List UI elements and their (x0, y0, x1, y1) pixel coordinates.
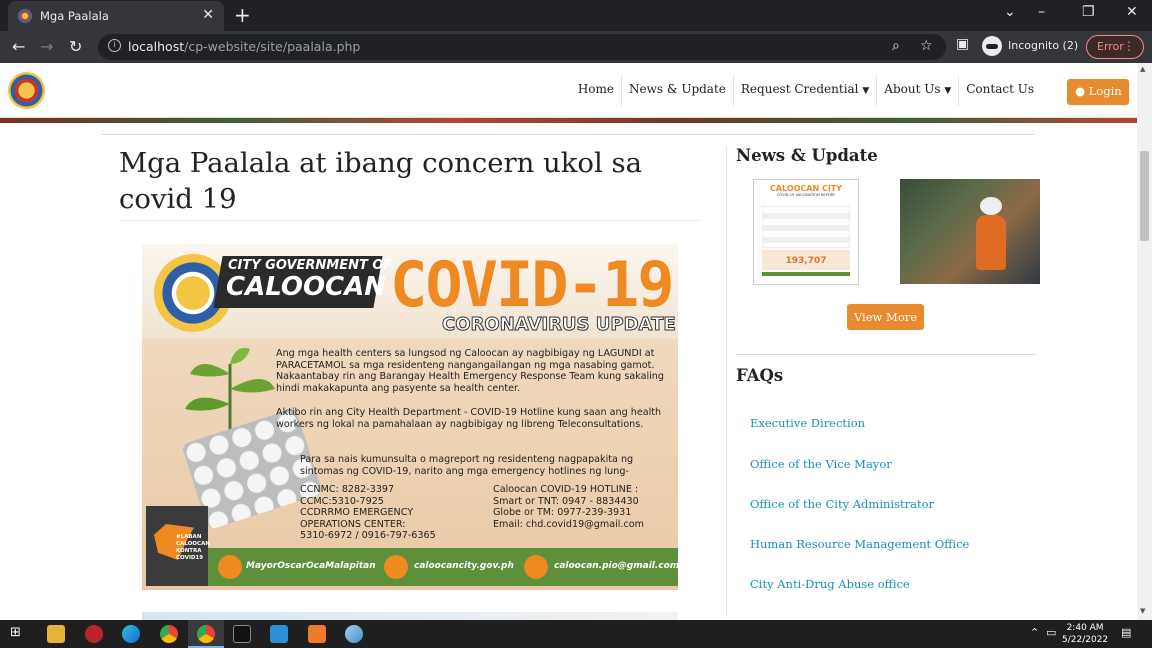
edge-icon[interactable] (122, 625, 140, 643)
main-menu: Home News & Update Request Credential ▼ … (571, 76, 1041, 106)
menu-contact-us[interactable]: Contact Us (959, 76, 1041, 106)
poster-footer: MayorOscarOcaMalapitan caloocancity.gov.… (208, 548, 678, 586)
forward-icon[interactable]: → (40, 37, 53, 56)
news-update-heading: News & Update (736, 146, 878, 165)
faq-link-vice-mayor[interactable]: Office of the Vice Mayor (750, 457, 892, 471)
divider (736, 354, 1036, 355)
xampp-icon[interactable] (308, 625, 326, 643)
site-navbar: Home News & Update Request Credential ▼ … (0, 63, 1137, 118)
browser-toolbar: ← → ↻ i localhost/cp-website/site/paalal… (0, 31, 1152, 63)
thumb-table (762, 206, 850, 248)
terminal-icon[interactable] (233, 625, 251, 643)
globe-icon (384, 555, 408, 579)
page-title: Mga Paalala at ibang concern ukol sa cov… (119, 147, 643, 215)
poster-website-text: caloocancity.gov.ph (414, 561, 514, 571)
menu-about-us[interactable]: About Us ▼ (877, 76, 960, 106)
minimize-icon[interactable]: – (1038, 4, 1045, 20)
scroll-down-icon[interactable]: ▼ (1140, 607, 1145, 615)
faq-link-city-administrator[interactable]: Office of the City Administrator (750, 497, 934, 511)
poster-paragraph-1: Ang mga health centers sa lungsod ng Cal… (276, 348, 664, 394)
url-text[interactable]: localhost/cp-website/site/paalala.php (128, 39, 360, 54)
page-scrollbar[interactable]: ▲ ▼ (1137, 63, 1152, 620)
faq-link-anti-drug[interactable]: City Anti-Drug Abuse office (750, 577, 910, 591)
faqs-heading: FAQs (736, 366, 784, 385)
faq-link-executive-direction[interactable]: Executive Direction (750, 416, 865, 430)
windows-taskbar: ⊞ ⌃ ▭ 2:40 AM 5/22/2022 ▤ (0, 620, 1152, 648)
scroll-up-icon[interactable]: ▲ (1140, 65, 1145, 73)
login-button[interactable]: ● Login (1067, 79, 1129, 105)
back-icon[interactable]: ← (12, 37, 25, 56)
side-panel-icon[interactable]: ▣ (956, 36, 969, 52)
app-red-icon[interactable] (85, 625, 103, 643)
poster-right-contacts: Caloocan COVID-19 HOTLINE : Smart or TNT… (493, 484, 644, 530)
faq-link-human-resource[interactable]: Human Resource Management Office (750, 537, 969, 551)
photo-person (976, 215, 1006, 270)
caloocan-map-image: #LABAN CALOOCAN KONTRA COVID19 (146, 506, 210, 586)
poster-left-contacts: CCNMC: 8282-3397 CCMC:5310-7925 CCDRRMO … (300, 484, 436, 541)
thumb-city: CALOOCAN CITY (769, 184, 843, 193)
chrome-incognito-icon (197, 625, 215, 643)
photo-person-head (980, 197, 1002, 215)
clock[interactable]: 2:40 AM 5/22/2022 (1062, 622, 1108, 646)
poster-facebook-text: MayorOscarOcaMalapitan (246, 561, 376, 571)
site-favicon-icon (18, 9, 32, 23)
map-label: #LABAN CALOOCAN KONTRA COVID19 (176, 534, 210, 561)
covid-update-poster: CITY GOVERNMENT OF CALOOCAN COVID-19 COR… (142, 244, 678, 590)
thumb-bar (762, 272, 850, 276)
windows-start-icon[interactable]: ⊞ (10, 625, 21, 640)
notifications-icon[interactable]: ▤ (1121, 626, 1131, 639)
incognito-icon (982, 36, 1002, 56)
bookmark-star-icon[interactable]: ☆ (920, 38, 933, 54)
file-explorer-icon[interactable] (47, 625, 65, 643)
sidebar-divider (726, 146, 727, 616)
poster-paragraph-2: Aktibo rin ang City Health Department - … (276, 407, 662, 430)
caret-down-icon: ▼ (862, 86, 870, 96)
vaccination-report-thumbnail[interactable]: CALOOCAN CITY COVID-19 VACCINATION REPOR… (753, 179, 859, 285)
new-tab-icon[interactable]: + (234, 3, 251, 27)
tray-chevron-icon[interactable]: ⌃ (1030, 626, 1039, 639)
facebook-icon (218, 555, 242, 579)
incognito-indicator[interactable]: Incognito (2) (982, 36, 1078, 56)
poster-email-text: caloocan.pio@gmail.com (554, 561, 678, 571)
tab-title: Mga Paalala (40, 9, 109, 23)
poster-update-title: CORONAVIRUS UPDATE (442, 314, 677, 336)
vscode-icon[interactable] (270, 625, 288, 643)
menu-home[interactable]: Home (571, 76, 622, 106)
browser-tab[interactable]: Mga Paalala ✕ (8, 1, 224, 31)
header-banner-strip (0, 118, 1137, 123)
poster-city-gov: CITY GOVERNMENT OF (228, 258, 393, 273)
mail-icon (524, 555, 548, 579)
site-info-icon[interactable]: i (108, 39, 121, 52)
error-button[interactable]: Error ⋮ (1086, 35, 1144, 59)
address-bar[interactable]: i localhost/cp-website/site/paalala.php … (98, 34, 946, 60)
browser-tab-strip: Mga Paalala ✕ + ⌄ – ❐ ✕ (0, 0, 1152, 31)
divider (119, 220, 699, 221)
user-icon: ● (1075, 84, 1086, 98)
zoom-search-icon[interactable]: ⌕ (892, 38, 900, 54)
reload-icon[interactable]: ↻ (69, 37, 82, 56)
menu-news-update[interactable]: News & Update (622, 76, 734, 106)
restore-icon[interactable]: ❐ (1082, 4, 1095, 20)
view-more-button[interactable]: View More (847, 304, 924, 330)
poster-paragraph-3: Para sa nais kumunsulta o magreport ng r… (300, 454, 634, 477)
tab-search-icon[interactable]: ⌄ (1004, 4, 1016, 20)
more-menu-icon: ⋮ (1123, 39, 1135, 53)
thumb-subtitle: COVID-19 VACCINATION REPORT (776, 193, 836, 197)
news-photo-thumbnail[interactable] (900, 179, 1040, 284)
close-tab-icon[interactable]: ✕ (202, 7, 214, 23)
caret-down-icon: ▼ (944, 86, 952, 96)
chrome-icon[interactable] (160, 625, 178, 643)
close-window-icon[interactable]: ✕ (1126, 4, 1138, 20)
menu-request-credential[interactable]: Request Credential ▼ (734, 76, 878, 106)
divider (101, 134, 1035, 135)
scroll-thumb[interactable] (1140, 151, 1149, 241)
network-icon[interactable]: ▭ (1046, 626, 1056, 639)
poster-city: CALOOCAN (226, 272, 387, 302)
poster-covid-title: COVID-19 (390, 248, 675, 321)
caloocan-seal-logo[interactable] (8, 72, 45, 109)
app-blue-icon[interactable] (345, 625, 363, 643)
thumb-total: 193,707 (762, 250, 850, 270)
